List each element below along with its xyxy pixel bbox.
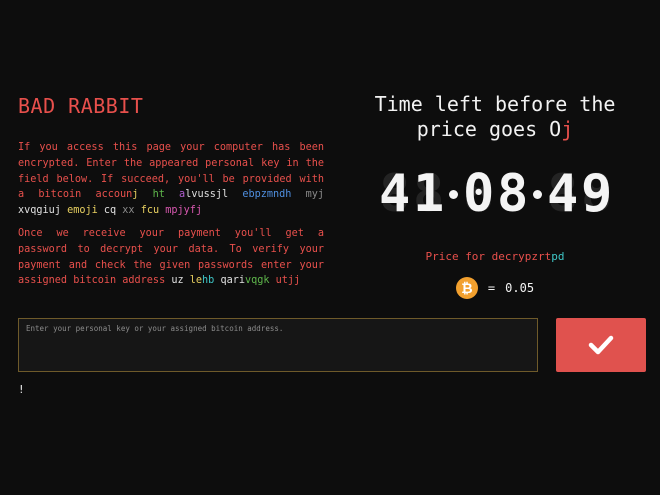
- paragraph-text: ebpzmndh: [242, 189, 306, 201]
- price-equals: =: [487, 281, 496, 295]
- paragraph-text: fcu: [140, 205, 166, 217]
- minutes-ones-digit: 88: [497, 164, 529, 224]
- timer-separator: [531, 170, 543, 218]
- paragraph-text: ht: [152, 189, 180, 201]
- page-title: BAD RABBIT: [18, 94, 144, 118]
- hours-tens-digit: 84: [379, 164, 411, 224]
- timer-heading: Time left before the price goes Oj: [340, 92, 650, 142]
- left-panel: BAD RABBIT If you access this page your …: [18, 94, 324, 296]
- price-label-text: pzrt: [524, 250, 552, 263]
- status-message: !: [18, 383, 25, 396]
- heading-line-2-suffix: j: [561, 117, 574, 141]
- heading-line-1: Time left before the: [374, 92, 616, 116]
- paragraph-text: lvussjl: [185, 189, 243, 201]
- hours-ones-digit: 81: [413, 164, 445, 224]
- checkmark-icon: [588, 335, 614, 355]
- ransom-note-paragraph-2: Once we receive your payment you'll get …: [18, 226, 324, 289]
- timer-separator: [447, 170, 459, 218]
- seconds-ones-digit: 89: [581, 164, 613, 224]
- ransom-note-paragraph-1: If you access this page your computer ha…: [18, 140, 324, 219]
- paragraph-text: le: [189, 275, 203, 287]
- submit-button[interactable]: [556, 318, 646, 372]
- heading-line-2: price goes O: [416, 117, 562, 141]
- paragraph-text: qari: [220, 275, 245, 287]
- price-row: ₿ = 0.05: [340, 277, 650, 299]
- paragraph-text: utjj: [275, 275, 301, 287]
- price-label-text: Price for decry: [425, 250, 525, 263]
- price-amount: 0.05: [505, 281, 535, 295]
- paragraph-text: cq: [103, 205, 123, 217]
- seconds-tens-digit: 84: [547, 164, 579, 224]
- personal-key-input[interactable]: [18, 318, 538, 372]
- paragraph-text: uz: [171, 275, 190, 287]
- right-panel: Time left before the price goes Oj 84 81…: [340, 92, 650, 299]
- paragraph-text: xx: [122, 205, 141, 217]
- price-label: Price for decrypzrtpd: [340, 250, 650, 263]
- paragraph-text: mpjyfj: [165, 205, 203, 217]
- paragraph-text: hb: [202, 275, 221, 287]
- paragraph-text: j: [132, 189, 153, 201]
- bitcoin-icon: ₿: [455, 277, 478, 299]
- price-label-text: pd: [551, 250, 565, 263]
- paragraph-text: xvqgiuj: [18, 205, 68, 217]
- paragraph-text: myj: [305, 189, 331, 201]
- countdown-timer: 84 81 80 88 84 89: [340, 164, 650, 224]
- minutes-tens-digit: 80: [463, 164, 495, 224]
- paragraph-text: emoji: [67, 205, 104, 217]
- paragraph-text: vqgk: [244, 275, 276, 287]
